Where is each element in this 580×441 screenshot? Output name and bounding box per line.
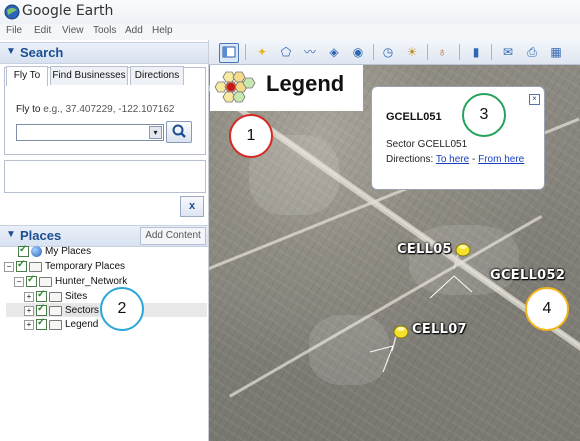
checkbox[interactable] — [26, 274, 37, 287]
globe-icon — [31, 246, 42, 257]
google-earth-icon — [4, 4, 20, 20]
tree-item-temporary-places[interactable]: −Temporary Places — [4, 259, 125, 274]
clear-results-button[interactable]: x — [180, 196, 204, 217]
checkbox[interactable] — [18, 244, 29, 257]
legend-hexagon-icon — [214, 71, 256, 103]
callout-1: 1 — [229, 114, 273, 158]
sector-lines — [369, 345, 394, 373]
menu-edit[interactable]: Edit — [34, 25, 51, 36]
menu-bar: File Edit View Tools Add Help — [0, 24, 580, 40]
from-here-link[interactable]: From here — [478, 154, 524, 165]
menu-view[interactable]: View — [62, 25, 84, 36]
sunlight-icon[interactable]: ☀ — [403, 43, 421, 61]
to-here-link[interactable]: To here — [436, 154, 469, 165]
print-icon[interactable]: ⎙ — [523, 43, 541, 61]
checkbox[interactable] — [36, 317, 47, 330]
tab-find-businesses[interactable]: Find Businesses — [50, 66, 128, 85]
tree-item-hunter-network[interactable]: −Hunter_Network — [14, 274, 127, 289]
checkbox[interactable] — [36, 303, 47, 316]
close-icon[interactable]: × — [529, 94, 540, 105]
tab-fly-to[interactable]: Fly To — [6, 66, 48, 86]
cell-label[interactable]: GCELL052 — [490, 268, 565, 283]
sidebar-toggle-icon[interactable] — [219, 43, 239, 63]
collapse-minus-icon[interactable]: − — [14, 276, 24, 287]
record-tour-icon[interactable]: ◉ — [349, 43, 367, 61]
search-button[interactable] — [166, 121, 192, 143]
toolbar-separator — [245, 44, 246, 60]
toolbar-separator — [459, 44, 460, 60]
directions-separator: - — [469, 154, 479, 165]
ruler-icon[interactable]: ▮ — [467, 43, 485, 61]
callout-4: 4 — [525, 287, 569, 331]
menu-help[interactable]: Help — [152, 25, 173, 36]
planet-icon[interactable]: ♁ — [433, 43, 451, 61]
fly-to-prefix: Fly to — [16, 104, 44, 115]
tree-item-sectors[interactable]: +Sectors — [24, 303, 99, 318]
title-bar: Google Earth — [0, 0, 580, 24]
view-in-maps-icon[interactable]: ▦ — [547, 43, 565, 61]
info-balloon: × GCELL051 Sector GCELL051 Directions: T… — [371, 86, 545, 190]
toolbar-separator — [373, 44, 374, 60]
toolbar-separator — [491, 44, 492, 60]
folder-icon — [49, 291, 62, 302]
toolbar-separator — [427, 44, 428, 60]
balloon-directions: Directions: To here - From here — [386, 153, 536, 166]
directions-prefix: Directions: — [386, 154, 436, 165]
search-icon — [172, 124, 186, 138]
add-content-button[interactable]: Add Content — [140, 227, 206, 245]
placemark-icon[interactable]: ✦ — [253, 43, 271, 61]
map-toolbar: ✦ ⬠ 〰 ◈ ◉ ◷ ☀ ♁ ▮ ✉ ⎙ ▦ — [209, 40, 580, 65]
polygon-icon[interactable]: ⬠ — [277, 43, 295, 61]
balloon-title: GCELL051 — [386, 111, 442, 123]
window-title: Google Earth — [22, 3, 114, 19]
menu-tools[interactable]: Tools — [93, 25, 116, 36]
folder-icon — [29, 261, 42, 272]
menu-file[interactable]: File — [6, 25, 22, 36]
callout-3: 3 — [462, 93, 506, 137]
chevron-down-icon[interactable]: ▾ — [149, 126, 162, 139]
collapse-minus-icon[interactable]: − — [4, 261, 14, 272]
callout-2: 2 — [100, 287, 144, 331]
balloon-description: Sector GCELL051 — [386, 139, 468, 150]
places-panel-title: Places — [20, 228, 62, 243]
cell-label[interactable]: CELL07 — [412, 322, 467, 337]
tab-directions[interactable]: Directions — [130, 66, 184, 85]
expand-plus-icon[interactable]: + — [24, 319, 34, 330]
collapse-triangle-icon[interactable]: ▼ — [6, 46, 16, 57]
fly-to-input[interactable]: ▾ — [16, 124, 164, 141]
menu-add[interactable]: Add — [125, 25, 143, 36]
image-overlay-icon[interactable]: ◈ — [325, 43, 343, 61]
tree-item-my-places[interactable]: My Places — [18, 244, 91, 259]
path-icon[interactable]: 〰 — [301, 43, 319, 61]
folder-icon — [39, 276, 52, 287]
checkbox[interactable] — [16, 259, 27, 272]
checkbox[interactable] — [36, 289, 47, 302]
tree-item-legend[interactable]: +Legend — [24, 317, 98, 332]
expand-plus-icon[interactable]: + — [24, 305, 34, 316]
search-panel-title: Search — [20, 45, 64, 60]
search-panel-header[interactable]: ▼ Search — [0, 42, 208, 64]
collapse-triangle-icon[interactable]: ▼ — [6, 229, 16, 240]
search-results — [4, 160, 206, 193]
expand-plus-icon[interactable]: + — [24, 291, 34, 302]
fly-to-label: Fly to e.g., 37.407229, -122.107162 — [16, 104, 174, 115]
fly-to-hint: e.g., 37.407229, -122.107162 — [43, 104, 175, 115]
folder-icon — [49, 305, 62, 316]
folder-icon — [49, 319, 62, 330]
legend-title: Legend — [266, 71, 345, 96]
cell-label[interactable]: CELL05 — [397, 242, 452, 257]
tree-item-sites[interactable]: +Sites — [24, 289, 87, 304]
email-icon[interactable]: ✉ — [499, 43, 517, 61]
historical-imagery-icon[interactable]: ◷ — [379, 43, 397, 61]
sector-lines — [429, 275, 473, 299]
